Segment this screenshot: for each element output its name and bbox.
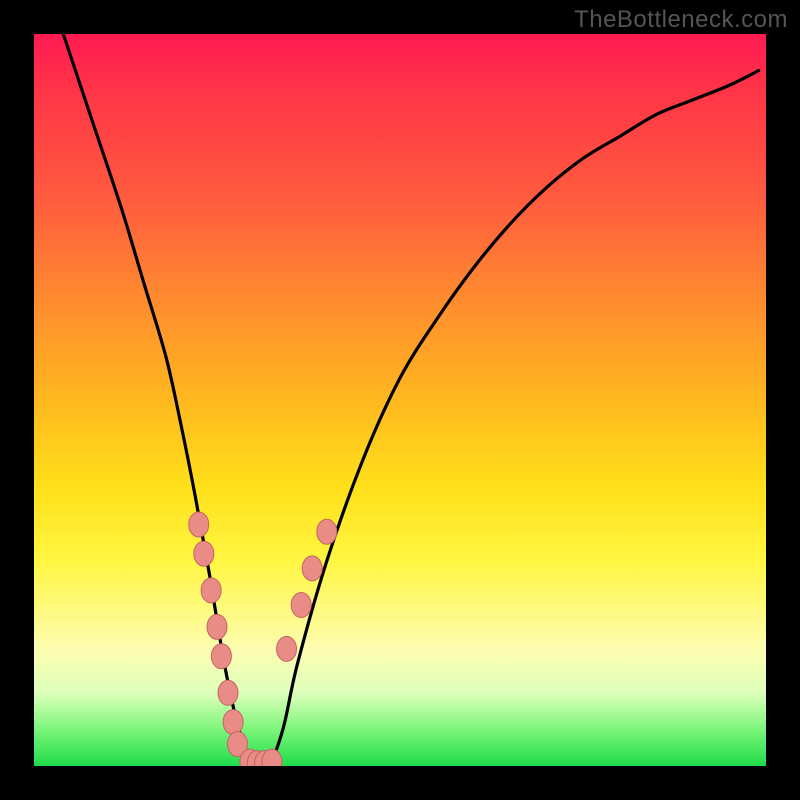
bottleneck-curve <box>63 34 758 766</box>
watermark-text: TheBottleneck.com <box>574 6 788 34</box>
left-cluster-marker <box>207 614 227 639</box>
bottleneck-chart <box>34 34 766 766</box>
right-cluster-marker <box>277 636 297 661</box>
left-cluster-marker <box>223 710 243 735</box>
plot-area <box>34 34 766 766</box>
left-cluster-marker <box>201 578 221 603</box>
left-cluster-marker <box>211 644 231 669</box>
left-cluster-marker <box>189 512 209 537</box>
right-cluster-marker <box>291 592 311 617</box>
left-cluster-marker <box>194 541 214 566</box>
left-cluster-marker <box>218 680 238 705</box>
chart-frame: TheBottleneck.com <box>0 0 800 800</box>
right-cluster-marker <box>302 556 322 581</box>
right-cluster-marker <box>317 519 337 544</box>
